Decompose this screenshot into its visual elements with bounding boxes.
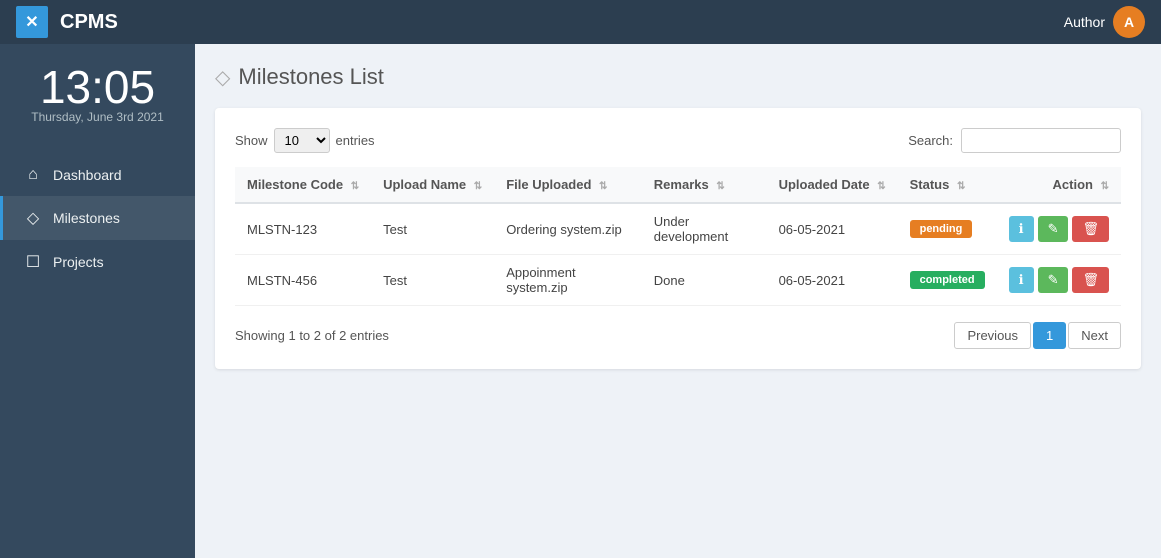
sidebar: 13:05 Thursday, June 3rd 2021 ⌂ Dashboar…: [0, 44, 195, 558]
cell-action: ℹ ✎ 🗑: [997, 203, 1121, 255]
sidebar-item-label: Milestones: [53, 210, 120, 226]
col-upload-name[interactable]: Upload Name ⇅: [371, 167, 494, 203]
milestones-table: Milestone Code ⇅ Upload Name ⇅ File Uplo…: [235, 167, 1121, 306]
header-user: Author A: [1064, 6, 1145, 38]
sidebar-item-projects[interactable]: ☐ Projects: [0, 240, 195, 284]
app-header: ✕ CPMS Author A: [0, 0, 1161, 44]
action-buttons: ℹ ✎ 🗑: [1009, 216, 1109, 242]
edit-button[interactable]: ✎: [1038, 267, 1069, 293]
sidebar-item-label: Dashboard: [53, 167, 122, 183]
home-icon: ⌂: [23, 166, 43, 184]
sort-icon: ⇅: [474, 181, 482, 192]
page-1-button[interactable]: 1: [1033, 322, 1066, 349]
col-status[interactable]: Status ⇅: [898, 167, 997, 203]
cell-uploaded-date: 06-05-2021: [767, 255, 898, 306]
col-milestone-code[interactable]: Milestone Code ⇅: [235, 167, 371, 203]
app-title: CPMS: [60, 11, 1052, 34]
projects-icon: ☐: [23, 252, 43, 272]
page-diamond-icon: ◇: [215, 65, 230, 90]
status-badge: pending: [910, 220, 973, 238]
sort-icon: ⇅: [351, 181, 359, 192]
page-title: Milestones List: [238, 64, 384, 90]
pagination: Previous 1 Next: [954, 322, 1121, 349]
show-entries: Show 10 25 50 100 entries: [235, 128, 375, 153]
sort-icon: ⇅: [877, 181, 885, 192]
delete-button[interactable]: 🗑: [1072, 267, 1109, 293]
sidebar-item-dashboard[interactable]: ⌂ Dashboard: [0, 154, 195, 196]
col-uploaded-date[interactable]: Uploaded Date ⇅: [767, 167, 898, 203]
search-input[interactable]: [961, 128, 1121, 153]
entries-label: entries: [336, 133, 375, 148]
search-label: Search:: [908, 133, 953, 148]
cell-file-uploaded: Ordering system.zip: [494, 203, 642, 255]
sort-icon: ⇅: [1101, 181, 1109, 192]
cell-remarks: Under development: [642, 203, 767, 255]
cell-remarks: Done: [642, 255, 767, 306]
table-header-row: Milestone Code ⇅ Upload Name ⇅ File Uplo…: [235, 167, 1121, 203]
col-remarks[interactable]: Remarks ⇅: [642, 167, 767, 203]
cell-milestone-code: MLSTN-456: [235, 255, 371, 306]
sort-icon: ⇅: [599, 181, 607, 192]
milestones-card: Show 10 25 50 100 entries Search:: [215, 108, 1141, 369]
sort-icon: ⇅: [716, 181, 724, 192]
sidebar-date: Thursday, June 3rd 2021: [0, 110, 195, 124]
sidebar-item-label: Projects: [53, 254, 104, 270]
info-button[interactable]: ℹ: [1009, 216, 1034, 242]
delete-button[interactable]: 🗑: [1072, 216, 1109, 242]
table-controls: Show 10 25 50 100 entries Search:: [235, 128, 1121, 153]
sidebar-time: 13:05: [0, 54, 195, 110]
avatar: A: [1113, 6, 1145, 38]
cell-upload-name: Test: [371, 255, 494, 306]
entries-select[interactable]: 10 25 50 100: [274, 128, 330, 153]
show-label: Show: [235, 133, 268, 148]
cell-upload-name: Test: [371, 203, 494, 255]
content-area: ◇ Milestones List Show 10 25 50 100 entr…: [195, 44, 1161, 558]
col-action[interactable]: Action ⇅: [997, 167, 1121, 203]
edit-button[interactable]: ✎: [1038, 216, 1069, 242]
previous-button[interactable]: Previous: [954, 322, 1031, 349]
table-row: MLSTN-123 Test Ordering system.zip Under…: [235, 203, 1121, 255]
sort-icon: ⇅: [957, 181, 965, 192]
cell-status: completed: [898, 255, 997, 306]
cell-uploaded-date: 06-05-2021: [767, 203, 898, 255]
action-buttons: ℹ ✎ 🗑: [1009, 267, 1109, 293]
cell-status: pending: [898, 203, 997, 255]
header-username: Author: [1064, 14, 1105, 30]
showing-text: Showing 1 to 2 of 2 entries: [235, 328, 389, 343]
sidebar-item-milestones[interactable]: ◇ Milestones: [0, 196, 195, 240]
col-file-uploaded[interactable]: File Uploaded ⇅: [494, 167, 642, 203]
close-button[interactable]: ✕: [16, 6, 48, 38]
cell-action: ℹ ✎ 🗑: [997, 255, 1121, 306]
table-row: MLSTN-456 Test Appoinment system.zip Don…: [235, 255, 1121, 306]
milestones-icon: ◇: [23, 208, 43, 228]
cell-milestone-code: MLSTN-123: [235, 203, 371, 255]
page-title-area: ◇ Milestones List: [215, 64, 1141, 90]
sidebar-nav: ⌂ Dashboard ◇ Milestones ☐ Projects: [0, 154, 195, 284]
next-button[interactable]: Next: [1068, 322, 1121, 349]
main-layout: 13:05 Thursday, June 3rd 2021 ⌂ Dashboar…: [0, 44, 1161, 558]
cell-file-uploaded: Appoinment system.zip: [494, 255, 642, 306]
info-button[interactable]: ℹ: [1009, 267, 1034, 293]
status-badge: completed: [910, 271, 985, 289]
pagination-area: Showing 1 to 2 of 2 entries Previous 1 N…: [235, 322, 1121, 349]
search-area: Search:: [908, 128, 1121, 153]
